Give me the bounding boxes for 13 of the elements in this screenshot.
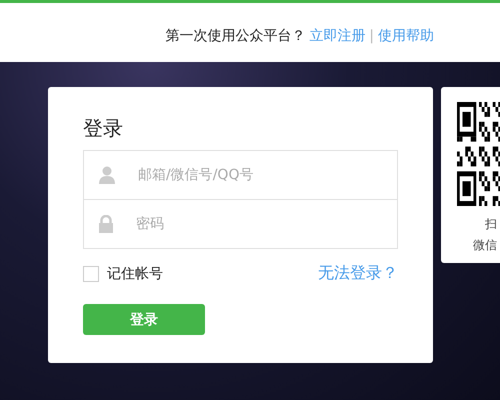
register-link[interactable]: 立即注册 (309, 26, 366, 44)
help-link[interactable]: 使用帮助 (378, 26, 434, 44)
remember-label: 记住帐号 (107, 264, 163, 282)
lock-icon (98, 215, 114, 233)
link-separator: | (369, 28, 374, 44)
qr-caption: 扫 (485, 216, 497, 233)
cannot-login-link[interactable]: 无法登录？ (318, 263, 398, 284)
login-button[interactable]: 登录 (83, 304, 205, 335)
first-use-prompt: 第一次使用公众平台？ (165, 26, 306, 44)
remember-checkbox[interactable] (83, 266, 99, 282)
qr-caption: 微信 (473, 237, 497, 254)
user-icon (98, 166, 116, 184)
login-title: 登录 (83, 115, 124, 142)
